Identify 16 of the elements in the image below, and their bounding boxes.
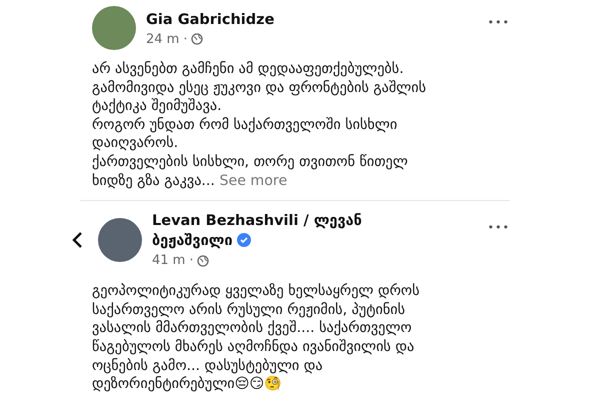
post-time: 41 m (152, 253, 186, 268)
avatar[interactable] (98, 218, 142, 262)
more-options-button[interactable]: ••• (488, 16, 510, 29)
back-icon[interactable] (70, 230, 84, 249)
post-text: არ ასვენებთ გამჩენი ამ დედააფეთქებულებს. გამომივიდა ესეც ჟუკოვი და ფრონტების გაშლის ტაქტიკა შეიმუშავა. როგორ უნდათ რომ საქართველოში სისხლი დაიღვაროს. ქართველების სისხლი, თორე თვითონ წითელ ხიდზე გზა გაკვა... See more (92, 60, 428, 190)
author-name[interactable]: Levan Bezhashvili / ლევან ბეჟაშვილი (152, 211, 362, 252)
globe-icon (191, 33, 204, 45)
author-name[interactable]: Gia Gabrichidze (146, 10, 274, 30)
post-text: გეოპოლიტიკურად ყველაზე ხელსაყრელ დროს საქართველო არის რუსული რეჟიმის, პუტინის ვასალის მმართველობის ქვეშ.... საქართველო წაგებულოს მხარეს აღმოჩნდა ივანიშვილის და ოცნების გამო... დასუსტებული და დეზორიენტირებული😔😏🧐 (92, 282, 420, 394)
separator-dot: · (189, 253, 194, 268)
globe-icon (197, 254, 210, 267)
more-options-button[interactable]: ••• (488, 221, 510, 234)
see-more-link[interactable]: See more (219, 172, 288, 189)
avatar[interactable] (92, 6, 136, 50)
separator-dot: · (183, 32, 188, 46)
post-time: 24 m (146, 32, 180, 46)
